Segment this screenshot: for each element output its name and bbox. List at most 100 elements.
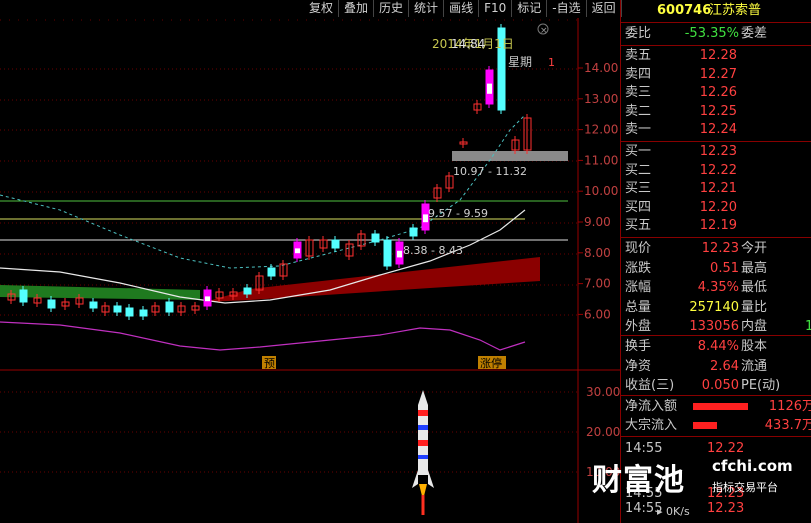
flow-value: 433.7万 — [764, 418, 811, 433]
watermark: 财富池 cfchi.com 指标交易平台 — [592, 455, 793, 500]
wei-bi-value: -53.35% — [684, 26, 739, 41]
speed-icon: ▸ — [657, 505, 663, 518]
sell-row[interactable]: 卖四 12.27 — [621, 66, 811, 84]
overlay-button[interactable]: 叠加 — [339, 0, 375, 17]
draw-line-button[interactable]: 画线 — [444, 0, 480, 17]
quote-value: 257140 — [689, 299, 739, 315]
sell-row[interactable]: 卖三 12.26 — [621, 84, 811, 102]
buy-row[interactable]: 买三 12.21 — [621, 180, 811, 198]
history-button[interactable]: 历史 — [374, 0, 410, 17]
wei-bi-label: 委比 — [625, 26, 652, 41]
quote-label2: 量比 — [741, 299, 768, 315]
price-axis-label: 6.00 — [584, 307, 611, 321]
green-area — [0, 285, 200, 300]
buy-label: 买二 — [625, 162, 652, 178]
sell-label: 卖一 — [625, 122, 652, 137]
candle-mark — [205, 296, 210, 302]
quote-row: 涨跌 0.51 最高 — [621, 260, 811, 278]
quote-row: 涨幅 4.35% 最低 — [621, 279, 811, 297]
sub-axis-label: 20.00 — [586, 425, 620, 439]
resistance-band — [452, 151, 568, 161]
flow-label: 净流入额 — [625, 399, 678, 414]
sell-row[interactable]: 卖五 12.28 — [621, 47, 811, 65]
sell-price: 12.24 — [699, 122, 737, 137]
candle-body — [165, 301, 174, 313]
sell-label: 卖二 — [625, 103, 652, 119]
buy-row[interactable]: 买五 12.19 — [621, 217, 811, 235]
quote-value: 0.51 — [710, 260, 739, 276]
back-button[interactable]: 返回 — [586, 0, 622, 17]
price-axis-label: 10.00 — [584, 184, 618, 198]
statistics-button[interactable]: 统计 — [409, 0, 445, 17]
close-x-icon: × — [540, 26, 548, 36]
candle-body — [243, 287, 252, 295]
restore-rights-button[interactable]: 复权 — [304, 0, 340, 17]
quote2-value: 2.64 — [710, 358, 739, 374]
price-axis-label: 12.00 — [584, 123, 618, 137]
quote-label: 现价 — [625, 241, 652, 256]
candle-mark — [397, 250, 402, 258]
limit-tag: 涨停 — [480, 356, 502, 370]
quote2-label2: 流通 — [741, 358, 768, 374]
buy-label: 买一 — [625, 144, 652, 159]
quote2-row: 净资 2.64 流通 — [621, 358, 811, 376]
sell-label: 卖五 — [625, 48, 652, 63]
price-axis-label: 13.00 — [584, 92, 618, 106]
buy-row[interactable]: 买四 12.20 — [621, 199, 811, 217]
sell-label: 卖三 — [625, 85, 652, 100]
candle-body — [19, 289, 28, 303]
buy-row[interactable]: 买一 12.23 — [621, 143, 811, 161]
quote2-label: 净资 — [625, 358, 652, 374]
price-axis-label: 7.00 — [584, 277, 611, 291]
buy-price: 12.22 — [699, 162, 737, 178]
sell-row[interactable]: 卖一 12.24 — [621, 121, 811, 139]
flow-label: 大宗流入 — [625, 418, 678, 433]
buy-price: 12.21 — [699, 181, 737, 196]
buy-row[interactable]: 买二 12.22 — [621, 162, 811, 180]
sell-price: 12.26 — [699, 85, 737, 100]
quote-label2: 今开 — [741, 241, 768, 256]
pre-tag: 预 — [264, 357, 275, 370]
sell-price: 12.27 — [699, 66, 737, 82]
candle-mark — [487, 83, 492, 94]
red-area — [205, 257, 540, 302]
buy-price: 12.23 — [699, 144, 737, 159]
buy-price: 12.19 — [699, 218, 737, 233]
f10-button[interactable]: F10 — [479, 0, 513, 17]
stock-code: 600746 — [657, 3, 712, 18]
quote2-value: 8.44% — [697, 339, 739, 354]
tick-price: 12.23 — [707, 501, 745, 516]
price-axis-label: 11.00 — [584, 153, 618, 167]
quote-label2: 内盘 — [741, 319, 768, 334]
flow-bar — [693, 403, 748, 410]
band2-label: 9.57 - 9.59 — [428, 207, 488, 220]
candle-body — [331, 239, 340, 249]
price-axis-label: 8.00 — [584, 246, 611, 260]
candle-body — [383, 239, 392, 267]
quote2-label: 换手 — [625, 339, 652, 354]
remove-watchlist-button[interactable]: -自选 — [547, 0, 587, 17]
stock-name: 江苏索普 — [709, 3, 762, 18]
candle-body — [125, 307, 134, 317]
sell-label: 卖四 — [625, 66, 652, 82]
quote2-value: 0.050 — [701, 378, 739, 393]
top-price-label: 14.84 — [451, 37, 485, 51]
sell-row[interactable]: 卖二 12.25 — [621, 103, 811, 121]
quote2-label2: 股本 — [741, 339, 768, 354]
quote-label2: 最高 — [741, 260, 768, 276]
speed-value: 0K/s — [666, 505, 690, 518]
sell-price: 12.25 — [699, 103, 737, 119]
candle-body — [267, 267, 276, 277]
quote-label: 涨跌 — [625, 260, 652, 276]
toolbar: 复权 叠加 历史 统计 画线 F10 标记 -自选 返回 — [304, 0, 622, 18]
buy-label: 买三 — [625, 181, 652, 196]
flow-bar — [693, 422, 717, 429]
quote-panel: 600746 江苏索普 委比 -53.35% 委差 卖五 12.28 卖四 12.27… — [620, 0, 811, 523]
quote-value: 12.23 — [701, 241, 739, 256]
candle-body — [139, 309, 148, 317]
candle-body — [89, 301, 98, 309]
buy-label: 买五 — [625, 218, 652, 233]
mark-button[interactable]: 标记 — [512, 0, 548, 17]
quote2-row: 收益(三) 0.050 PE(动) — [621, 377, 811, 395]
quote-label: 总量 — [625, 299, 652, 315]
